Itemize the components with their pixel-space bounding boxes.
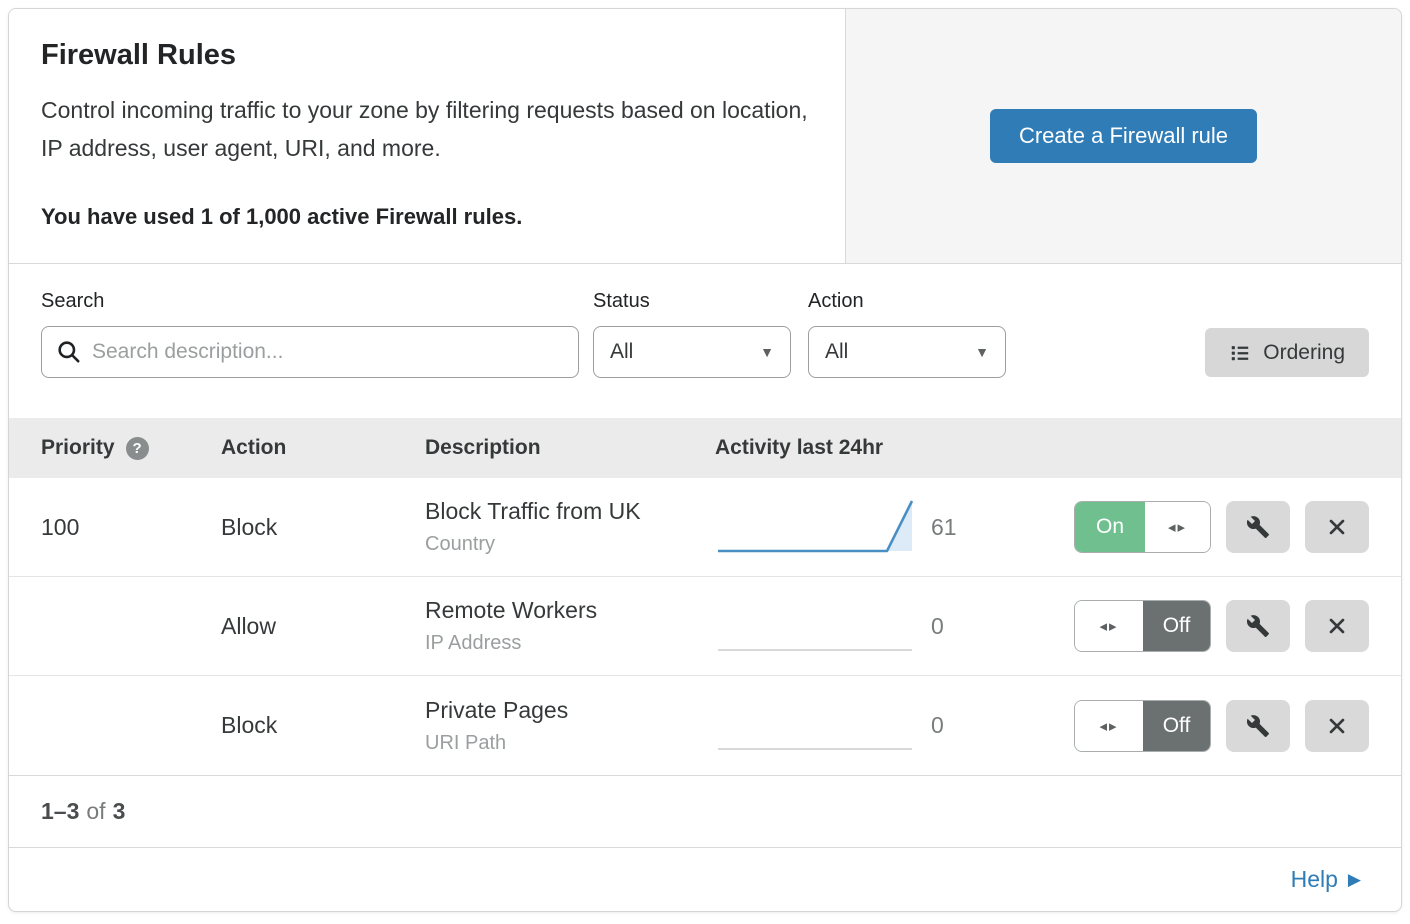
- search-label: Search: [41, 290, 579, 313]
- activity-sparkline: [709, 493, 931, 562]
- search-field-wrap: [41, 326, 579, 378]
- delete-rule-button[interactable]: [1305, 501, 1369, 553]
- activity-count: 61: [931, 514, 1019, 541]
- pagination: 1–3of3: [9, 775, 1401, 847]
- rule-action: Block: [221, 514, 425, 541]
- firewall-rules-panel: Firewall Rules Control incoming traffic …: [8, 8, 1402, 912]
- toggle-off-label: Off: [1143, 701, 1210, 751]
- column-activity: Activity last 24hr: [709, 436, 931, 460]
- rule-match-type: IP Address: [425, 632, 709, 655]
- rule-description: Block Traffic from UK: [425, 498, 709, 525]
- activity-sparkline: [709, 691, 931, 760]
- table-row: Allow Remote Workers IP Address 0 ◂▸ Off: [9, 577, 1401, 676]
- toggle-handle-icon: ◂▸: [1075, 701, 1143, 751]
- edit-rule-button[interactable]: [1226, 501, 1290, 553]
- create-firewall-rule-button[interactable]: Create a Firewall rule: [990, 109, 1257, 163]
- usage-note: You have used 1 of 1,000 active Firewall…: [41, 204, 811, 230]
- rule-enabled-toggle[interactable]: ◂▸ Off: [1074, 600, 1211, 652]
- filter-bar: Search Status All ▼ Action All ▼: [9, 264, 1401, 418]
- page-description: Control incoming traffic to your zone by…: [41, 92, 811, 168]
- action-select[interactable]: All ▼: [808, 326, 1006, 378]
- help-link[interactable]: Help ▶: [1291, 866, 1361, 893]
- ordering-button-label: Ordering: [1263, 341, 1345, 365]
- panel-header: Firewall Rules Control incoming traffic …: [9, 9, 1401, 264]
- delete-rule-button[interactable]: [1305, 600, 1369, 652]
- chevron-down-icon: ▼: [975, 344, 989, 360]
- column-priority: Priority: [41, 436, 115, 460]
- close-icon: [1326, 615, 1348, 637]
- search-icon: [56, 339, 82, 365]
- rule-priority: 100: [41, 514, 221, 541]
- close-icon: [1326, 715, 1348, 737]
- toggle-handle-icon: ◂▸: [1145, 502, 1210, 552]
- rule-description: Private Pages: [425, 697, 709, 724]
- rule-match-type: Country: [425, 533, 709, 556]
- pagination-of-label: of: [79, 798, 112, 824]
- status-filter-block: Status All ▼: [593, 290, 791, 378]
- rule-enabled-toggle[interactable]: ◂▸ Off: [1074, 700, 1211, 752]
- rule-match-type: URI Path: [425, 732, 709, 755]
- pagination-range: 1–3: [41, 798, 79, 824]
- toggle-on-label: On: [1075, 502, 1145, 552]
- wrench-icon: [1246, 714, 1270, 738]
- page-title: Firewall Rules: [41, 39, 811, 72]
- rule-description: Remote Workers: [425, 597, 709, 624]
- rule-action: Block: [221, 712, 425, 739]
- priority-help-icon[interactable]: ?: [126, 437, 149, 460]
- wrench-icon: [1246, 614, 1270, 638]
- edit-rule-button[interactable]: [1226, 700, 1290, 752]
- close-icon: [1326, 516, 1348, 538]
- toggle-handle-icon: ◂▸: [1075, 601, 1143, 651]
- action-label: Action: [808, 290, 1006, 313]
- status-select[interactable]: All ▼: [593, 326, 791, 378]
- rule-enabled-toggle[interactable]: On ◂▸: [1074, 501, 1211, 553]
- activity-count: 0: [931, 613, 1019, 640]
- search-block: Search: [41, 290, 579, 378]
- search-input[interactable]: [41, 326, 579, 378]
- chevron-down-icon: ▼: [760, 344, 774, 360]
- pagination-total: 3: [113, 798, 126, 824]
- help-link-label: Help: [1291, 866, 1338, 893]
- table-row: Block Private Pages URI Path 0 ◂▸ Off: [9, 676, 1401, 775]
- edit-rule-button[interactable]: [1226, 600, 1290, 652]
- action-filter-block: Action All ▼: [808, 290, 1006, 378]
- header-action-area: Create a Firewall rule: [846, 9, 1401, 263]
- column-action: Action: [221, 436, 425, 460]
- status-label: Status: [593, 290, 791, 313]
- action-selected-value: All: [825, 340, 848, 364]
- activity-sparkline: [709, 592, 931, 661]
- arrow-right-icon: ▶: [1348, 870, 1361, 890]
- wrench-icon: [1246, 515, 1270, 539]
- header-text-area: Firewall Rules Control incoming traffic …: [9, 9, 846, 263]
- status-selected-value: All: [610, 340, 633, 364]
- table-header: Priority ? Action Description Activity l…: [9, 418, 1401, 478]
- activity-count: 0: [931, 712, 1019, 739]
- column-description: Description: [425, 436, 709, 460]
- toggle-off-label: Off: [1143, 601, 1210, 651]
- rule-action: Allow: [221, 613, 425, 640]
- delete-rule-button[interactable]: [1305, 700, 1369, 752]
- list-ordering-icon: [1229, 342, 1251, 364]
- ordering-button[interactable]: Ordering: [1205, 328, 1369, 377]
- table-row: 100 Block Block Traffic from UK Country …: [9, 478, 1401, 577]
- bottom-bar: Help ▶: [9, 847, 1401, 911]
